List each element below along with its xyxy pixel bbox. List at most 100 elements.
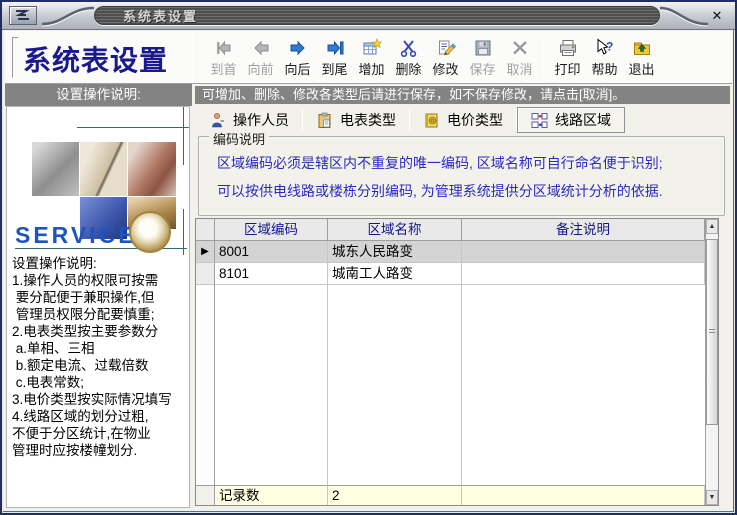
goto-first-icon bbox=[214, 38, 234, 58]
help-icon: ? bbox=[595, 38, 615, 58]
table-selector-header bbox=[196, 219, 215, 241]
notice-bar: 可增加、删除、修改各类型后请进行保存，如不保存修改，请点击[取消]。 bbox=[195, 86, 730, 104]
svg-text:?: ? bbox=[606, 39, 613, 53]
cell-area-name[interactable]: 城南工人路变 bbox=[328, 263, 462, 285]
operator-icon bbox=[209, 112, 226, 129]
toolbar-button-label: 增加 bbox=[358, 59, 384, 78]
add-record-icon bbox=[362, 38, 382, 58]
toolbar-button-label: 向前 bbox=[247, 59, 273, 78]
scroll-up-button[interactable]: ▲ bbox=[706, 219, 718, 234]
line-area-icon bbox=[531, 112, 548, 129]
delete-record-button[interactable]: 删除 bbox=[390, 33, 427, 83]
photo-pen bbox=[80, 142, 127, 196]
help-button[interactable]: ? 帮助 bbox=[586, 33, 623, 83]
scrollbar-thumb[interactable] bbox=[706, 239, 718, 425]
toolbar-button-label: 打印 bbox=[554, 59, 580, 78]
vertical-scrollbar[interactable]: ▲ ▼ bbox=[705, 219, 718, 505]
print-button[interactable]: 打印 bbox=[549, 33, 586, 83]
exit-icon bbox=[632, 38, 652, 58]
cell-area-note[interactable] bbox=[462, 241, 705, 263]
header-separator bbox=[192, 33, 193, 81]
tab-price-types[interactable]: 电价类型 bbox=[410, 108, 516, 132]
record-count-label: 记录数 bbox=[215, 485, 328, 505]
previous-icon bbox=[251, 38, 271, 58]
decor-line bbox=[183, 107, 184, 165]
decor-line bbox=[77, 127, 189, 128]
sidebar-panel: SERVICE 设置操作说明: 1.操作人员的权限可按需 要分配便于兼职操作,但… bbox=[6, 106, 190, 508]
titlebar-swoosh-right bbox=[658, 4, 710, 28]
titlebar-caption: 系统表设置 bbox=[94, 6, 660, 25]
toolbar-button-label: 取消 bbox=[506, 59, 532, 78]
toolbar-button-label: 帮助 bbox=[591, 59, 617, 78]
tab-meter-types[interactable]: 电表类型 bbox=[303, 108, 409, 132]
toolbar-button-label: 保存 bbox=[469, 59, 495, 78]
tab-label: 操作人员 bbox=[233, 110, 289, 130]
next-icon bbox=[288, 38, 308, 58]
toolbar-button-label: 删除 bbox=[395, 59, 421, 78]
toolbar-button-label: 退出 bbox=[628, 59, 654, 78]
price-type-icon bbox=[423, 112, 440, 129]
cancel-button[interactable]: 取消 bbox=[501, 33, 538, 83]
main-content: 可增加、删除、修改各类型后请进行保存，如不保存修改，请点击[取消]。 操作人员 bbox=[193, 84, 732, 510]
table-column-header[interactable]: 区域名称 bbox=[328, 219, 462, 241]
cell-area-code[interactable]: 8101 bbox=[215, 263, 328, 285]
sidebar-header: 设置操作说明: bbox=[5, 84, 192, 106]
goto-last-button[interactable]: 到尾 bbox=[316, 33, 353, 83]
toolbar-separator bbox=[543, 38, 544, 78]
tab-line-areas[interactable]: 线路区域 bbox=[517, 107, 625, 133]
tab-label: 线路区域 bbox=[555, 110, 611, 130]
table-empty-area bbox=[462, 285, 705, 485]
photo-pocket-watch bbox=[129, 211, 171, 253]
system-table-settings-window: 系统表设置 ✕ 系统表设置 到首 向前 bbox=[0, 0, 737, 515]
save-icon bbox=[473, 38, 493, 58]
goto-last-icon bbox=[325, 38, 345, 58]
titlebar: 系统表设置 ✕ bbox=[2, 2, 735, 30]
toolbar-button-label: 修改 bbox=[432, 59, 458, 78]
title-bracket-decoration bbox=[12, 37, 18, 78]
close-button[interactable]: ✕ bbox=[707, 7, 727, 24]
sidebar: 设置操作说明: SERVICE 设置操作说明: 1.操作人员的权限可按需 要分配… bbox=[5, 84, 192, 510]
coding-description-groupbox: 编码说明 区域编码必须是辖区内不重复的唯一编码, 区域名称可自行命名便于识别; … bbox=[198, 136, 725, 216]
cancel-icon bbox=[510, 38, 530, 58]
groupbox-hint-line1: 区域编码必须是辖区内不重复的唯一编码, 区域名称可自行命名便于识别; bbox=[217, 153, 718, 173]
app-logo-icon bbox=[9, 6, 37, 25]
record-count-value: 2 bbox=[328, 485, 462, 505]
toolbar-button-label: 向后 bbox=[284, 59, 310, 78]
edit-record-button[interactable]: 修改 bbox=[427, 33, 464, 83]
meter-type-icon bbox=[316, 112, 333, 129]
table-column-header[interactable]: 备注说明 bbox=[462, 219, 705, 241]
table-empty-area bbox=[328, 285, 462, 485]
row-selector-marker[interactable]: ▶ bbox=[196, 241, 215, 263]
exit-button[interactable]: 退出 bbox=[623, 33, 660, 83]
photo-hardware bbox=[128, 142, 176, 196]
page-title: 系统表设置 bbox=[23, 39, 193, 79]
save-button[interactable]: 保存 bbox=[464, 33, 501, 83]
window-title: 系统表设置 bbox=[123, 6, 198, 25]
cell-area-note[interactable] bbox=[462, 263, 705, 285]
add-record-button[interactable]: 增加 bbox=[353, 33, 390, 83]
cell-area-name[interactable]: 城东人民路变 bbox=[328, 241, 462, 263]
photo-tools bbox=[32, 142, 79, 196]
decor-line bbox=[183, 209, 184, 255]
print-icon bbox=[558, 38, 578, 58]
next-button[interactable]: 向后 bbox=[279, 33, 316, 83]
tab-label: 电价类型 bbox=[447, 110, 503, 130]
toolbar-button-label: 到尾 bbox=[321, 59, 347, 78]
operation-instructions: 设置操作说明: 1.操作人员的权限可按需 要分配便于兼职操作,但 管理员权限分配… bbox=[12, 255, 189, 459]
footer-selector-cell bbox=[196, 485, 215, 505]
scroll-down-button[interactable]: ▼ bbox=[706, 490, 718, 505]
area-table: 区域编码 区域名称 备注说明 ▶ 8001 城东人民路变 8101 城南工人路变 bbox=[195, 218, 719, 506]
body: 设置操作说明: SERVICE 设置操作说明: 1.操作人员的权限可按需 要分配… bbox=[5, 84, 732, 510]
table-empty-area bbox=[196, 285, 215, 485]
titlebar-swoosh-left bbox=[40, 4, 96, 28]
previous-button[interactable]: 向前 bbox=[242, 33, 279, 83]
tab-label: 电表类型 bbox=[340, 110, 396, 130]
edit-record-icon bbox=[436, 38, 456, 58]
header: 系统表设置 到首 向前 向后 bbox=[5, 31, 732, 84]
table-column-header[interactable]: 区域编码 bbox=[215, 219, 328, 241]
goto-first-button[interactable]: 到首 bbox=[205, 33, 242, 83]
cell-area-code[interactable]: 8001 bbox=[215, 241, 328, 263]
toolbar-button-label: 到首 bbox=[210, 59, 236, 78]
row-selector[interactable] bbox=[196, 263, 215, 285]
table-empty-area bbox=[215, 285, 328, 485]
